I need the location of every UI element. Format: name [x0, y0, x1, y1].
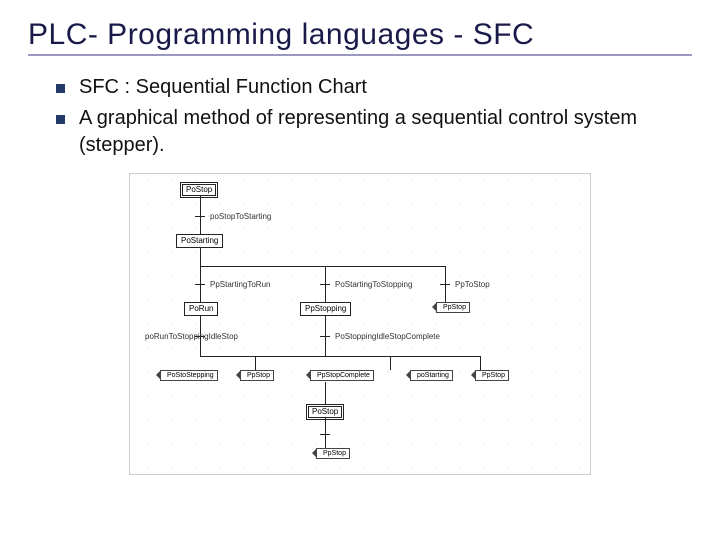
connector	[200, 336, 201, 356]
sfc-action: PoStoStepping	[160, 370, 218, 381]
connector	[325, 434, 326, 448]
connector	[200, 284, 201, 302]
sfc-jump: PpStop	[316, 448, 350, 459]
sfc-step: PoRun	[184, 302, 218, 316]
transition-label: PpStartingToRun	[210, 280, 270, 289]
connector	[325, 418, 326, 434]
connector	[325, 382, 326, 404]
bullet-list: SFC : Sequential Function Chart A graphi…	[56, 74, 692, 159]
connector	[255, 356, 256, 370]
slide-title: PLC- Programming languages - SFC	[28, 18, 692, 56]
sfc-step: PoStarting	[176, 234, 223, 248]
connector	[200, 216, 201, 234]
divergence-line	[200, 356, 480, 357]
transition-label: PoStoppingIdleStopComplete	[335, 332, 440, 341]
transition-label: poStopToStarting	[210, 212, 271, 221]
sfc-diagram: PoStop poStopToStarting PoStarting PpSta…	[129, 173, 591, 475]
bullet-text: A graphical method of representing a seq…	[79, 105, 692, 159]
connector	[390, 356, 391, 370]
connector	[325, 336, 326, 356]
connector	[445, 266, 446, 284]
transition-label: PoStartingToStopping	[335, 280, 412, 289]
transition-label: PpToStop	[455, 280, 490, 289]
connector	[200, 196, 201, 216]
bullet-item: SFC : Sequential Function Chart	[56, 74, 692, 101]
connector	[200, 266, 201, 284]
sfc-action: PpStopComplete	[310, 370, 374, 381]
connector	[325, 284, 326, 302]
square-bullet-icon	[56, 115, 65, 124]
bullet-item: A graphical method of representing a seq…	[56, 105, 692, 159]
connector	[325, 316, 326, 336]
grid-dots	[130, 174, 590, 474]
square-bullet-icon	[56, 84, 65, 93]
transition-label: poRunToStoppingIdleStop	[145, 332, 238, 341]
divergence-line	[200, 266, 445, 267]
connector	[200, 248, 201, 266]
connector	[445, 284, 446, 302]
bullet-text: SFC : Sequential Function Chart	[79, 74, 367, 101]
sfc-action: poStarting	[410, 370, 453, 381]
sfc-action: PpStop	[240, 370, 274, 381]
sfc-jump: PpStop	[436, 302, 470, 313]
connector	[325, 266, 326, 284]
sfc-step: PpStopping	[300, 302, 351, 316]
connector	[480, 356, 481, 370]
sfc-action: PpStop	[475, 370, 509, 381]
